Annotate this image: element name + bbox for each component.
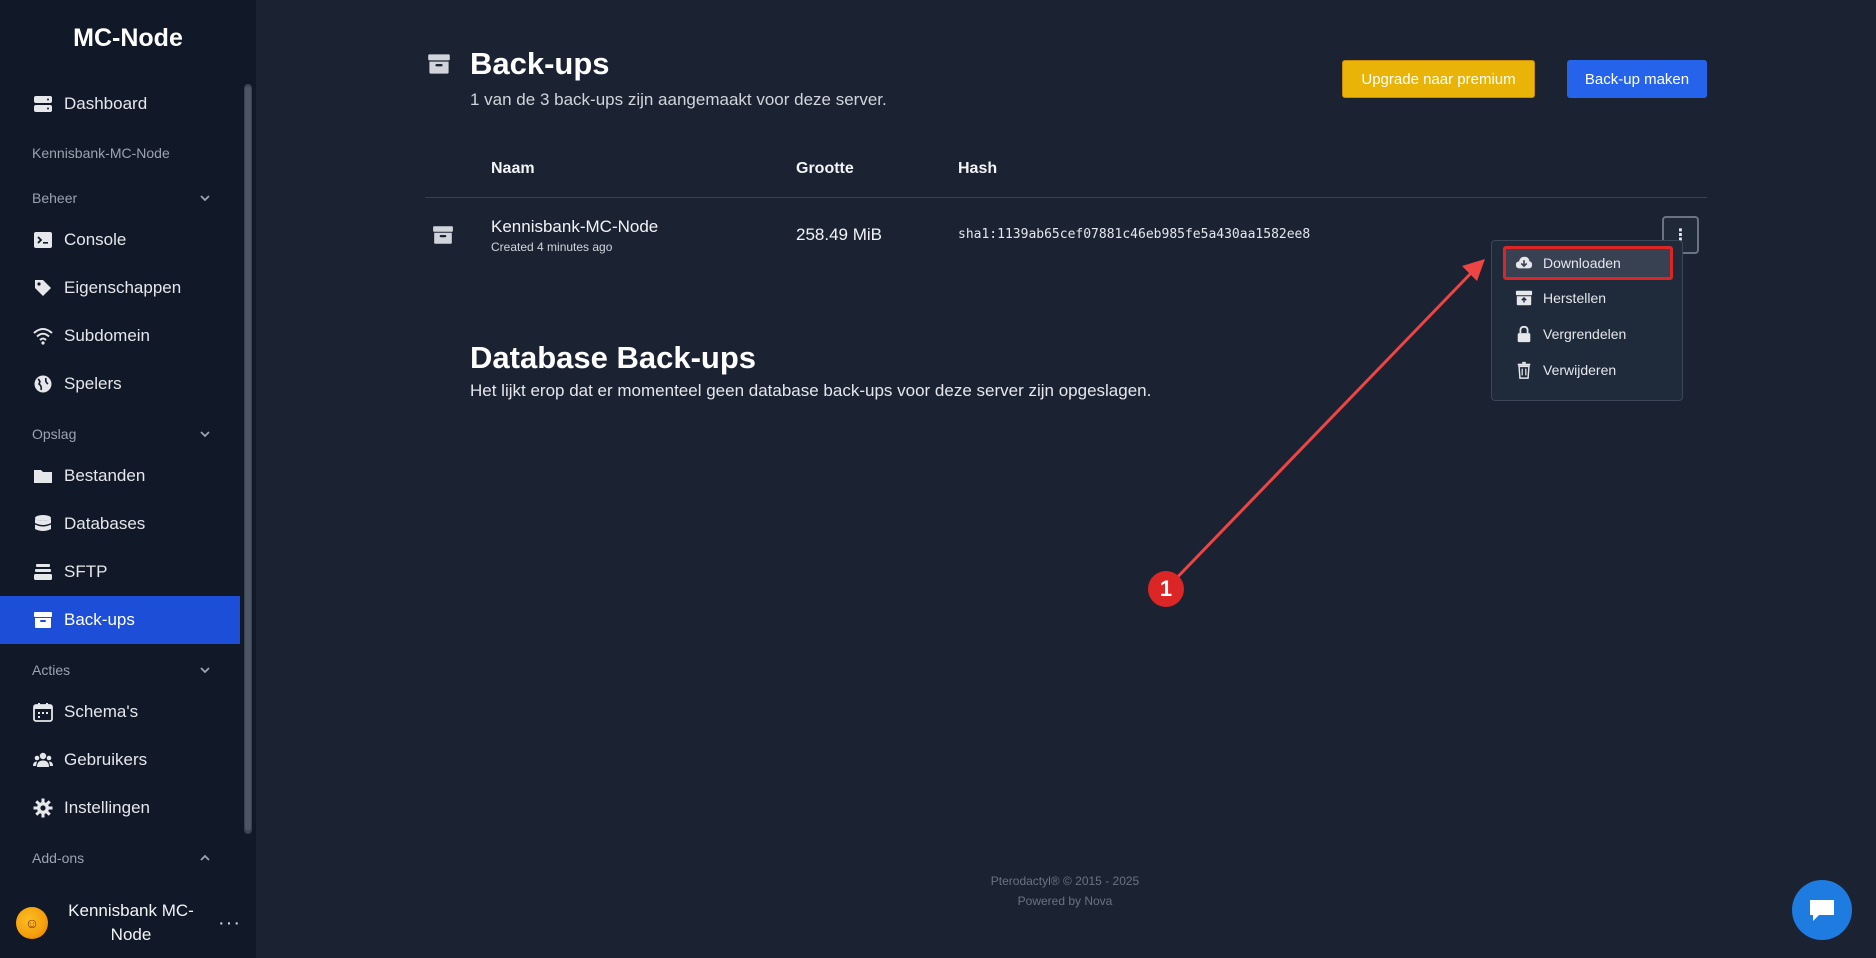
section-label: Opslag	[32, 426, 77, 442]
sidebar-item-bestanden[interactable]: Bestanden	[0, 452, 240, 500]
sidebar-item-backups[interactable]: Back-ups	[0, 596, 240, 644]
sidebar-item-label: Dashboard	[64, 94, 148, 113]
wifi-icon	[32, 325, 54, 347]
sidebar-item-label: Instellingen	[64, 798, 151, 817]
calendar-icon	[32, 701, 54, 723]
backup-options-menu: Downloaden Herstellen Vergrendelen Verwi…	[1491, 240, 1683, 401]
annotation-arrow	[1164, 259, 1485, 591]
archive-icon	[32, 609, 54, 631]
section-acties[interactable]: Acties	[32, 658, 212, 682]
section-beheer[interactable]: Beheer	[32, 186, 212, 210]
footer-powered-by: Powered by Nova	[1017, 894, 1113, 908]
database-backups-title: Database Back-ups	[470, 340, 757, 375]
database-backups-empty-text: Het lijkt erop dat er momenteel geen dat…	[470, 381, 1152, 400]
users-icon	[32, 749, 54, 771]
footer-copyright: Pterodactyl® © 2015 - 2025	[990, 874, 1140, 888]
annotation-badge: 1	[1148, 571, 1184, 607]
database-icon	[32, 513, 54, 535]
sidebar-item-label: Subdomein	[64, 326, 151, 345]
backup-created: Created 4 minutes ago	[491, 240, 613, 254]
folder-icon	[32, 465, 54, 487]
column-header-size: Grootte	[796, 160, 854, 177]
sidebar-item-subdomein[interactable]: Subdomein	[0, 312, 240, 360]
menu-item-restore[interactable]: Herstellen	[1503, 281, 1673, 315]
chat-button[interactable]	[1792, 880, 1852, 940]
archive-restore-icon	[1515, 290, 1533, 306]
create-backup-button[interactable]: Back-up maken	[1567, 60, 1707, 98]
menu-item-delete[interactable]: Verwijderen	[1503, 353, 1673, 387]
menu-item-label: Herstellen	[1543, 290, 1607, 306]
sidebar-item-label: Back-ups	[64, 610, 135, 629]
section-label: Acties	[32, 662, 71, 678]
sidebar-item-label: Gebruikers	[64, 750, 148, 769]
backup-name: Kennisbank-MC-Node	[491, 217, 659, 236]
trash-icon	[1517, 361, 1531, 379]
tag-icon	[32, 277, 54, 299]
sidebar-item-label: Schema's	[64, 702, 139, 721]
sidebar: MC-Node Dashboard Kennisbank-MC-Node Beh…	[0, 0, 256, 958]
sidebar-item-gebruikers[interactable]: Gebruikers	[0, 736, 240, 784]
brand-logo[interactable]: MC-Node	[0, 24, 256, 53]
server-stack-icon	[32, 93, 54, 115]
avatar: ☺	[16, 907, 48, 939]
backup-hash: sha1:1139ab65cef07881c46eb985fe5a430aa15…	[958, 227, 1311, 242]
server-name-label: Kennisbank-MC-Node	[32, 145, 170, 161]
chevron-down-icon	[200, 667, 210, 674]
archive-icon	[428, 54, 450, 74]
more-icon[interactable]: ···	[218, 912, 241, 935]
layers-icon	[32, 561, 54, 583]
sidebar-item-label: SFTP	[64, 562, 108, 581]
archive-icon	[433, 226, 453, 244]
sidebar-item-label: Bestanden	[64, 466, 146, 485]
sidebar-item-label: Eigenschappen	[64, 278, 182, 297]
sidebar-item-dashboard[interactable]: Dashboard	[0, 80, 240, 128]
sidebar-item-instellingen[interactable]: Instellingen	[0, 784, 240, 832]
sidebar-item-sftp[interactable]: SFTP	[0, 548, 240, 596]
column-header-name: Naam	[491, 160, 535, 177]
table-divider	[425, 197, 1707, 198]
page-title: Back-ups	[470, 46, 610, 81]
chevron-down-icon	[200, 431, 210, 438]
chevron-up-icon	[200, 854, 210, 861]
upgrade-premium-button[interactable]: Upgrade naar premium	[1342, 60, 1535, 98]
sidebar-item-spelers[interactable]: Spelers	[0, 360, 240, 408]
chevron-down-icon	[200, 195, 210, 202]
section-addons[interactable]: Add-ons	[32, 846, 212, 870]
section-label: Add-ons	[32, 850, 85, 866]
section-label: Beheer	[32, 190, 78, 206]
menu-item-label: Verwijderen	[1543, 362, 1617, 378]
cloud-download-icon	[1515, 256, 1533, 269]
chat-icon	[1810, 900, 1834, 921]
sidebar-item-label: Databases	[64, 514, 146, 533]
section-opslag[interactable]: Opslag	[32, 422, 212, 446]
gear-icon	[32, 797, 54, 819]
sidebar-item-schemas[interactable]: Schema's	[0, 688, 240, 736]
menu-item-lock[interactable]: Vergrendelen	[1503, 317, 1673, 351]
globe-icon	[32, 373, 54, 395]
menu-item-download[interactable]: Downloaden	[1503, 246, 1673, 280]
sidebar-item-label: Console	[64, 230, 127, 249]
menu-item-label: Downloaden	[1543, 255, 1621, 271]
sidebar-item-console[interactable]: Console	[0, 216, 240, 264]
column-header-hash: Hash	[958, 160, 998, 177]
terminal-icon	[32, 229, 54, 251]
sidebar-item-eigenschappen[interactable]: Eigenschappen	[0, 264, 240, 312]
sidebar-scrollbar-thumb[interactable]	[245, 86, 251, 831]
sidebar-item-databases[interactable]: Databases	[0, 500, 240, 548]
backup-size: 258.49 MiB	[796, 225, 882, 244]
sidebar-item-label: Spelers	[64, 374, 122, 393]
lock-icon	[1517, 325, 1531, 343]
page-subtitle: 1 van de 3 back-ups zijn aangemaakt voor…	[470, 90, 887, 109]
menu-item-label: Vergrendelen	[1543, 326, 1627, 342]
